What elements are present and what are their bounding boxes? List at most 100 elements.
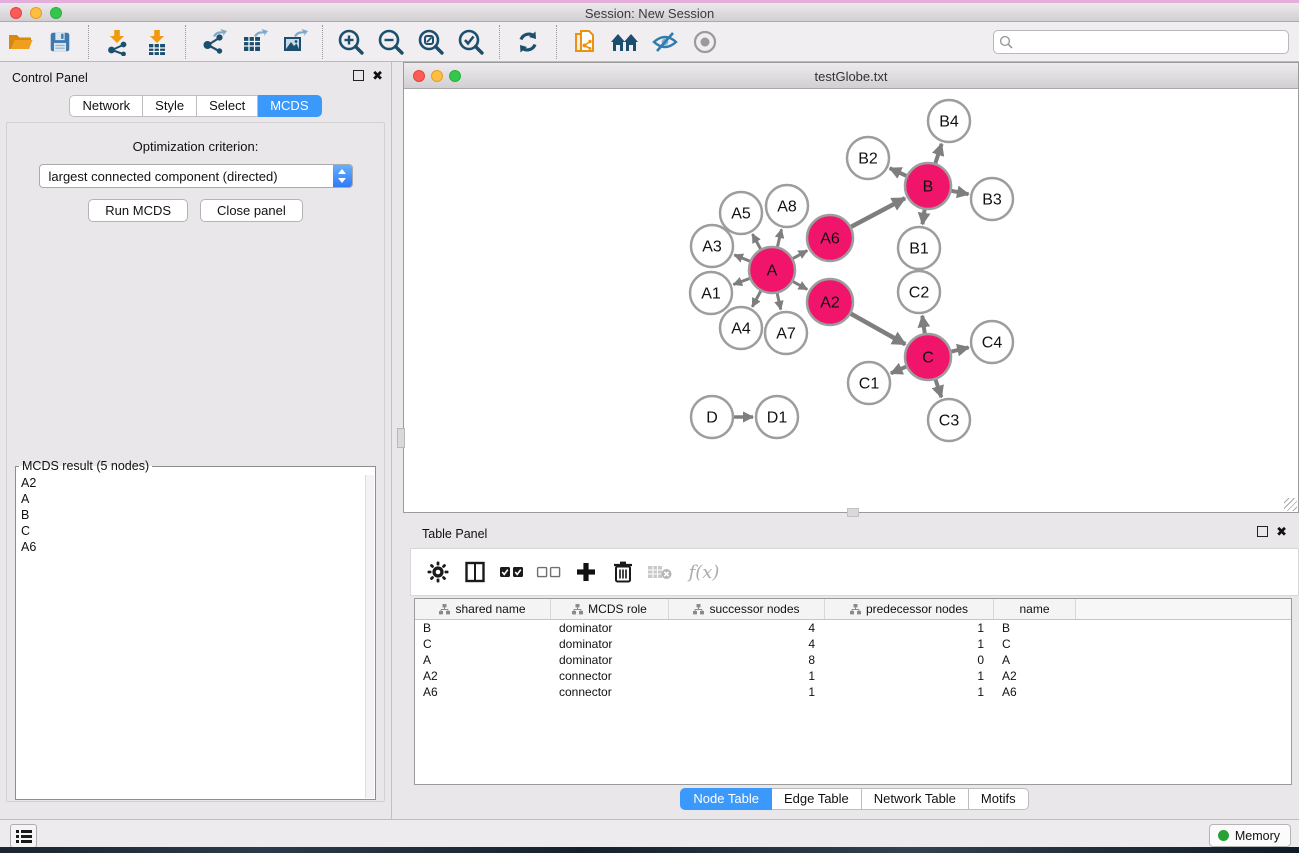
- tab-style[interactable]: Style: [143, 95, 197, 117]
- window-resize-handle[interactable]: [1284, 498, 1297, 511]
- tab-edge-table[interactable]: Edge Table: [772, 788, 862, 810]
- cell-successor-nodes[interactable]: 8: [669, 652, 825, 668]
- cell-shared-name[interactable]: C: [415, 636, 551, 652]
- unselect-all-columns-button[interactable]: [534, 557, 564, 587]
- cell-name[interactable]: A6: [994, 684, 1076, 700]
- table-row[interactable]: A2connector11A2: [415, 668, 1291, 684]
- cell-MCDS-role[interactable]: dominator: [551, 652, 669, 668]
- table-row[interactable]: Bdominator41B: [415, 620, 1291, 636]
- column-header-name[interactable]: name: [994, 599, 1076, 619]
- import-network-button[interactable]: [100, 26, 134, 58]
- delete-columns-button[interactable]: [608, 557, 638, 587]
- cell-name[interactable]: C: [994, 636, 1076, 652]
- dropdown-stepper-icon[interactable]: [333, 165, 352, 187]
- edge-C-C3[interactable]: [936, 380, 942, 397]
- cell-predecessor-nodes[interactable]: 1: [825, 684, 994, 700]
- cell-MCDS-role[interactable]: dominator: [551, 620, 669, 636]
- show-task-history-button[interactable]: [10, 824, 37, 848]
- hide-graphics-details-button[interactable]: [648, 26, 682, 58]
- cell-MCDS-role[interactable]: connector: [551, 668, 669, 684]
- cell-successor-nodes[interactable]: 4: [669, 620, 825, 636]
- edge-A-A8[interactable]: [777, 229, 781, 246]
- export-network-button[interactable]: [197, 26, 231, 58]
- mcds-result-list[interactable]: A2ABCA6: [17, 475, 365, 798]
- add-column-button[interactable]: [571, 557, 601, 587]
- criterion-dropdown[interactable]: largest connected component (directed): [39, 164, 353, 188]
- cell-MCDS-role[interactable]: dominator: [551, 636, 669, 652]
- tab-node-table[interactable]: Node Table: [680, 788, 772, 810]
- export-image-button[interactable]: [277, 26, 311, 58]
- edge-A-A6[interactable]: [793, 251, 807, 259]
- run-mcds-button[interactable]: Run MCDS: [88, 199, 188, 222]
- network-graph[interactable]: B4B2BB3A8A5A6A3B1AC2A1A2A4A7C4CC1DD1C3: [404, 89, 1298, 512]
- list-item[interactable]: C: [17, 523, 365, 539]
- list-item[interactable]: A: [17, 491, 365, 507]
- memory-button[interactable]: Memory: [1209, 824, 1291, 847]
- export-table-button[interactable]: [237, 26, 271, 58]
- cell-name[interactable]: B: [994, 620, 1076, 636]
- float-panel-icon[interactable]: [353, 70, 364, 81]
- cell-predecessor-nodes[interactable]: 0: [825, 652, 994, 668]
- table-row[interactable]: A6connector11A6: [415, 684, 1291, 700]
- vertical-splitter-handle[interactable]: [397, 428, 405, 448]
- tab-network[interactable]: Network: [69, 95, 143, 117]
- table-row[interactable]: Cdominator41C: [415, 636, 1291, 652]
- edge-A-A4[interactable]: [752, 291, 760, 307]
- result-scrollbar[interactable]: [365, 475, 374, 798]
- node-table[interactable]: shared nameMCDS rolesuccessor nodesprede…: [414, 598, 1292, 785]
- import-table-button[interactable]: [140, 26, 174, 58]
- tab-network-table[interactable]: Network Table: [862, 788, 969, 810]
- edge-B-B3[interactable]: [952, 191, 969, 194]
- cell-shared-name[interactable]: A6: [415, 684, 551, 700]
- edge-A2-C[interactable]: [851, 314, 905, 345]
- close-panel-icon[interactable]: ✖: [1276, 526, 1287, 537]
- edge-C-C4[interactable]: [951, 347, 968, 351]
- tab-motifs[interactable]: Motifs: [969, 788, 1029, 810]
- show-graphics-details-button[interactable]: [688, 26, 722, 58]
- close-panel-icon[interactable]: ✖: [372, 70, 383, 81]
- edge-A6-B[interactable]: [851, 198, 905, 227]
- edge-A-A7[interactable]: [777, 293, 781, 309]
- home-button[interactable]: [608, 26, 642, 58]
- tab-select[interactable]: Select: [197, 95, 258, 117]
- show-column-panel-button[interactable]: [460, 557, 490, 587]
- cell-predecessor-nodes[interactable]: 1: [825, 636, 994, 652]
- edge-A-A2[interactable]: [793, 282, 807, 290]
- save-session-button[interactable]: [43, 26, 77, 58]
- cell-predecessor-nodes[interactable]: 1: [825, 668, 994, 684]
- cell-predecessor-nodes[interactable]: 1: [825, 620, 994, 636]
- cell-shared-name[interactable]: A2: [415, 668, 551, 684]
- column-header-MCDS-role[interactable]: MCDS role: [551, 599, 669, 619]
- column-header-predecessor-nodes[interactable]: predecessor nodes: [825, 599, 994, 619]
- zoom-out-button[interactable]: [374, 26, 408, 58]
- list-item[interactable]: A2: [17, 475, 365, 491]
- cell-successor-nodes[interactable]: 4: [669, 636, 825, 652]
- zoom-selected-button[interactable]: [454, 26, 488, 58]
- search-input[interactable]: [1018, 31, 1284, 53]
- edge-C-C2[interactable]: [922, 316, 924, 333]
- edge-B-B4[interactable]: [935, 144, 941, 163]
- edge-A-A5[interactable]: [752, 234, 760, 249]
- list-item[interactable]: B: [17, 507, 365, 523]
- zoom-fit-button[interactable]: [414, 26, 448, 58]
- column-header-successor-nodes[interactable]: successor nodes: [669, 599, 825, 619]
- edge-A-A1[interactable]: [733, 278, 749, 284]
- delete-table-button[interactable]: [645, 557, 675, 587]
- list-item[interactable]: A6: [17, 539, 365, 555]
- cell-successor-nodes[interactable]: 1: [669, 668, 825, 684]
- cell-name[interactable]: A2: [994, 668, 1076, 684]
- table-options-button[interactable]: [423, 557, 453, 587]
- function-builder-button[interactable]: f(x): [682, 557, 726, 587]
- column-header-shared-name[interactable]: shared name: [415, 599, 551, 619]
- open-file-button[interactable]: [3, 26, 37, 58]
- edge-A-A3[interactable]: [734, 255, 749, 261]
- select-all-columns-button[interactable]: [497, 557, 527, 587]
- table-row[interactable]: Adominator80A: [415, 652, 1291, 668]
- network-window-titlebar[interactable]: testGlobe.txt: [404, 63, 1298, 89]
- cell-MCDS-role[interactable]: connector: [551, 684, 669, 700]
- close-panel-button[interactable]: Close panel: [200, 199, 303, 222]
- edge-B-B1[interactable]: [922, 210, 924, 224]
- refresh-button[interactable]: [511, 26, 545, 58]
- horizontal-splitter-handle[interactable]: [847, 508, 859, 517]
- cell-shared-name[interactable]: B: [415, 620, 551, 636]
